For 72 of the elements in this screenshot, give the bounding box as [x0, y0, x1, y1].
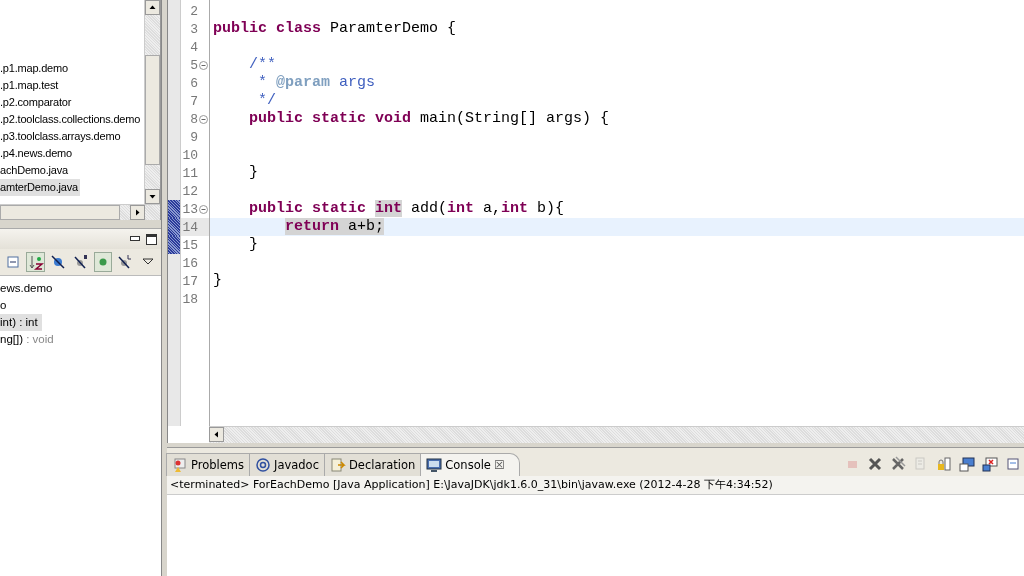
- javadoc-icon: [255, 457, 271, 473]
- problems-icon: [172, 457, 188, 473]
- line-number: 18: [182, 291, 198, 307]
- line-number: 8: [190, 111, 198, 127]
- line-number: 7: [190, 93, 198, 109]
- fold-icon[interactable]: [199, 204, 208, 214]
- javadoc-tab[interactable]: Javadoc: [249, 453, 325, 476]
- line-number: 6: [190, 75, 198, 91]
- declaration-tab[interactable]: Declaration: [323, 453, 422, 476]
- problems-tab[interactable]: Problems: [166, 453, 250, 476]
- tree-item[interactable]: amterDemo.java: [0, 179, 80, 196]
- tree-item[interactable]: .p3.toolclass.arrays.demo: [0, 128, 123, 145]
- line-number: 15: [182, 237, 198, 253]
- code-line: * @param args: [257, 74, 377, 92]
- sort-toggle[interactable]: [26, 252, 45, 272]
- hide-static-icon: [72, 254, 89, 270]
- line-number: 5: [190, 57, 198, 73]
- line-number: 10: [182, 147, 198, 163]
- code-line: }: [248, 236, 259, 254]
- pin-icon[interactable]: [1004, 455, 1022, 473]
- scroll-lock-icon[interactable]: [935, 455, 953, 473]
- code-line: }: [248, 164, 259, 182]
- outline-item[interactable]: ng[]) : void: [0, 331, 58, 348]
- code-line: }: [212, 272, 223, 290]
- collapse-icon: [5, 254, 22, 270]
- close-tab-button[interactable]: ☒: [493, 458, 505, 472]
- show-on-output-icon[interactable]: [958, 455, 976, 473]
- tree-item[interactable]: .p1.map.test: [0, 77, 61, 94]
- line-number: 3: [190, 21, 198, 37]
- hide-non-public-toggle[interactable]: [93, 252, 113, 272]
- line-number: 16: [182, 255, 198, 271]
- line-number: 9: [190, 129, 198, 145]
- tree-item[interactable]: .p2.toolclass.collections.demo: [0, 111, 143, 128]
- arrow-icon[interactable]: [149, 4, 156, 11]
- line-number: 2: [190, 3, 198, 19]
- code-line: public static int add(int a,int b){: [248, 200, 566, 218]
- code-line: */: [257, 92, 277, 110]
- line-number: 11: [182, 165, 198, 181]
- console-tab[interactable]: Console ☒: [420, 453, 520, 476]
- tree-item[interactable]: .p1.map.demo: [0, 60, 70, 77]
- vertical-scrollbar[interactable]: [144, 0, 160, 204]
- line-number: 12: [182, 183, 198, 199]
- show-on-error-icon[interactable]: [981, 455, 999, 473]
- outline-item[interactable]: ews.demo: [0, 280, 57, 297]
- maximize-icon[interactable]: [146, 233, 157, 245]
- line-number: 17: [182, 273, 198, 289]
- fold-icon[interactable]: [199, 114, 208, 124]
- hide-local-icon: [117, 254, 134, 270]
- arrow-icon[interactable]: [213, 431, 220, 438]
- horizontal-scrollbar[interactable]: [0, 204, 160, 220]
- tree-item[interactable]: achDemo.java: [0, 162, 70, 179]
- code-line: /**: [248, 56, 277, 74]
- remove-icon[interactable]: [866, 455, 884, 473]
- outline-item[interactable]: int) : int: [0, 314, 42, 331]
- line-number: 4: [190, 39, 198, 55]
- code-line: public static void main(String[] args) {: [248, 110, 611, 128]
- sort-icon: [27, 254, 44, 270]
- line-number: 14: [182, 219, 198, 235]
- minimize-icon[interactable]: [130, 236, 140, 242]
- line-number: 13: [182, 201, 198, 217]
- fold-icon[interactable]: [199, 60, 208, 70]
- outline-item[interactable]: o: [0, 297, 11, 314]
- arrow-icon[interactable]: [134, 209, 141, 216]
- tree-item[interactable]: .p4.news.demo: [0, 145, 74, 162]
- hide-fields-icon: [50, 254, 67, 270]
- tree-item[interactable]: .p2.comparator: [0, 94, 74, 111]
- horizontal-scrollbar[interactable]: [209, 426, 1024, 443]
- console-header: <terminated> ForEachDemo [Java Application] E:\JavaJDK\jdk1.6.0_31\bin\javaw.exe (2012-4-28 下午4:34:52): [167, 476, 1024, 495]
- code-line: public class ParamterDemo {: [212, 20, 458, 38]
- console-icon: [426, 457, 443, 473]
- declaration-icon: [329, 457, 346, 473]
- arrow-icon[interactable]: [149, 193, 156, 200]
